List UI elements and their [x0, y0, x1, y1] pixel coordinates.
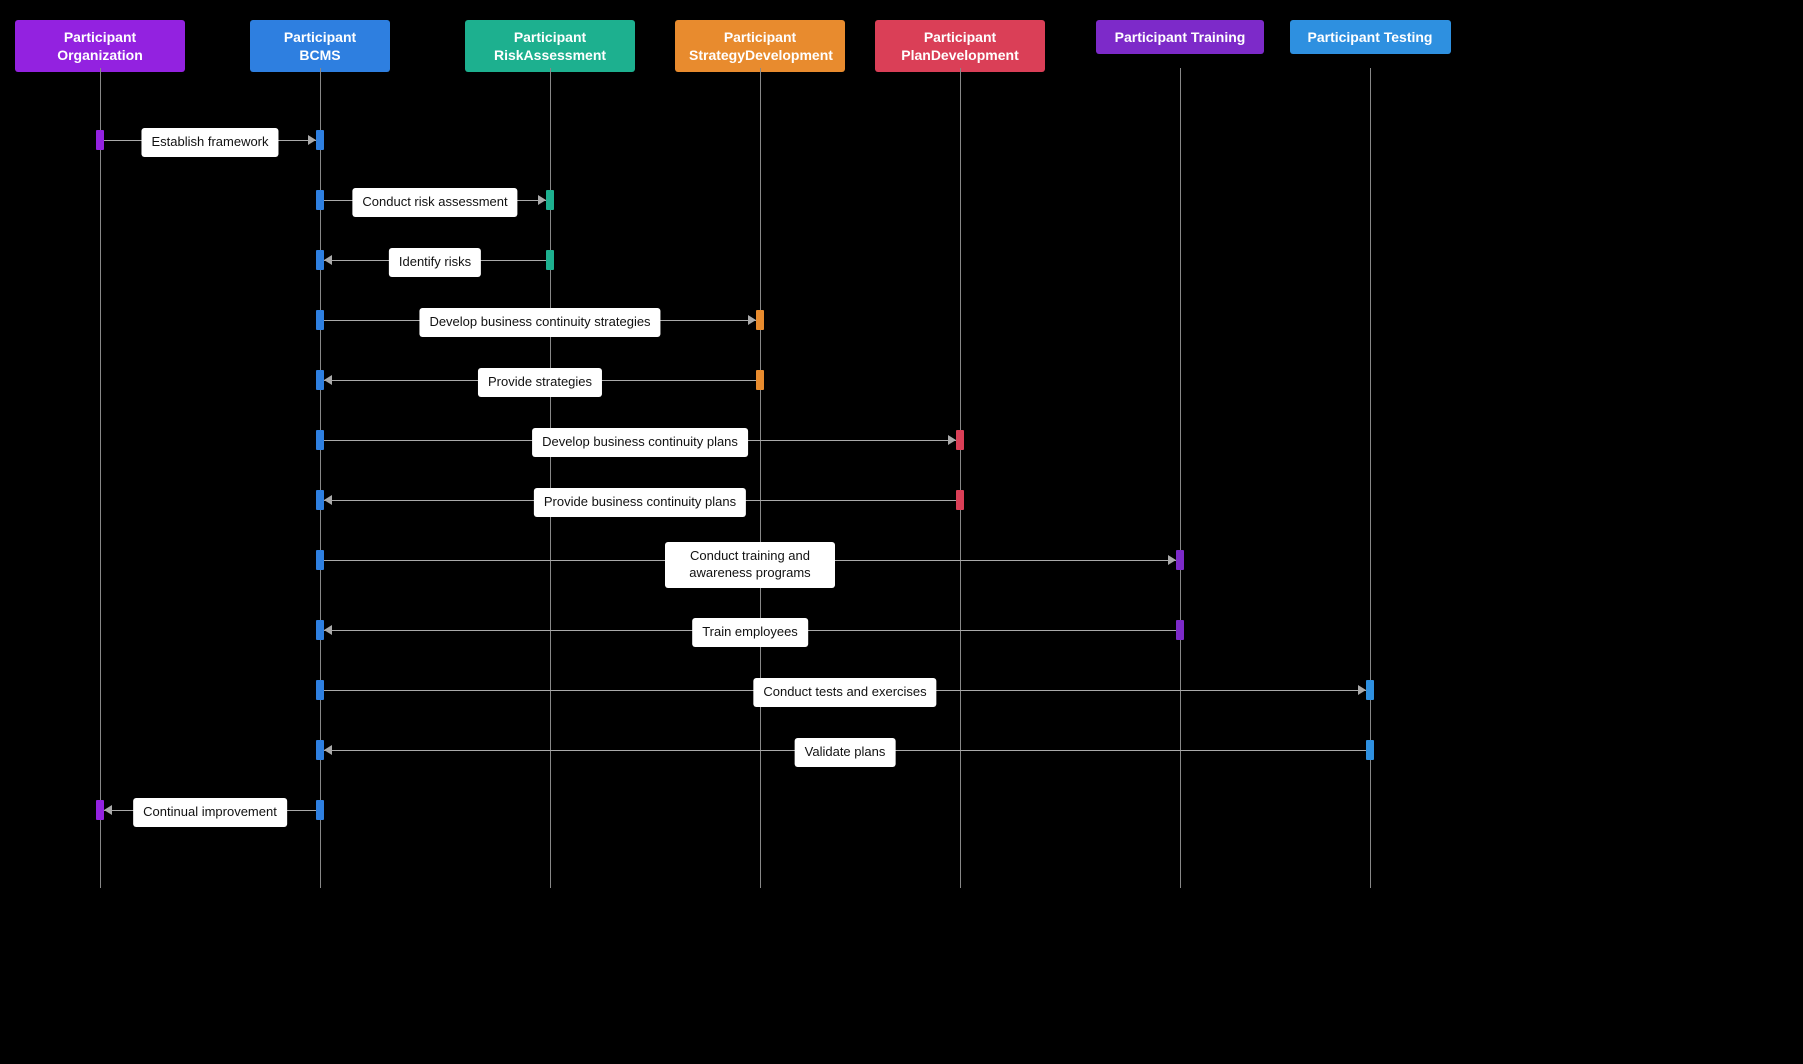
- activation-bcms-1: [316, 190, 324, 210]
- arrowhead-2: [324, 255, 332, 265]
- lifeline-organization: [100, 68, 101, 888]
- message-label-3: Develop business continuity strategies: [419, 308, 660, 337]
- lifeline-plan: [960, 68, 961, 888]
- activation-bcms-9: [316, 680, 324, 700]
- lifeline-testing: [1370, 68, 1371, 888]
- activation-bcms-2: [316, 250, 324, 270]
- arrowhead-4: [324, 375, 332, 385]
- arrowhead-5: [948, 435, 956, 445]
- message-label-8: Train employees: [692, 618, 808, 647]
- arrowhead-10: [324, 745, 332, 755]
- participant-strategy: ParticipantStrategyDevelopment: [675, 20, 845, 72]
- activation-organization-0: [96, 130, 104, 150]
- activation-bcms-7: [316, 550, 324, 570]
- arrowhead-3: [748, 315, 756, 325]
- message-label-2: Identify risks: [389, 248, 481, 277]
- arrowhead-1: [538, 195, 546, 205]
- activation-bcms-0: [316, 130, 324, 150]
- participant-risk: ParticipantRiskAssessment: [465, 20, 635, 72]
- activation-training-8: [1176, 620, 1184, 640]
- message-label-6: Provide business continuity plans: [534, 488, 746, 517]
- participant-testing: Participant Testing: [1290, 20, 1451, 54]
- activation-bcms-6: [316, 490, 324, 510]
- arrowhead-6: [324, 495, 332, 505]
- activation-testing-9: [1366, 680, 1374, 700]
- message-label-4: Provide strategies: [478, 368, 602, 397]
- message-label-9: Conduct tests and exercises: [753, 678, 936, 707]
- activation-plan-6: [956, 490, 964, 510]
- activation-plan-5: [956, 430, 964, 450]
- participant-training: Participant Training: [1096, 20, 1264, 54]
- message-label-11: Continual improvement: [133, 798, 287, 827]
- activation-risk-2: [546, 250, 554, 270]
- activation-training-7: [1176, 550, 1184, 570]
- arrowhead-11: [104, 805, 112, 815]
- arrowhead-9: [1358, 685, 1366, 695]
- participant-plan: ParticipantPlanDevelopment: [875, 20, 1045, 72]
- activation-bcms-8: [316, 620, 324, 640]
- message-label-10: Validate plans: [795, 738, 896, 767]
- arrowhead-7: [1168, 555, 1176, 565]
- message-label-0: Establish framework: [141, 128, 278, 157]
- activation-bcms-4: [316, 370, 324, 390]
- activation-testing-10: [1366, 740, 1374, 760]
- activation-bcms-11: [316, 800, 324, 820]
- arrowhead-0: [308, 135, 316, 145]
- lifeline-strategy: [760, 68, 761, 888]
- message-label-1: Conduct risk assessment: [352, 188, 517, 217]
- activation-strategy-4: [756, 370, 764, 390]
- message-label-5: Develop business continuity plans: [532, 428, 748, 457]
- message-label-7: Conduct training andawareness programs: [665, 542, 835, 588]
- activation-strategy-3: [756, 310, 764, 330]
- lifeline-training: [1180, 68, 1181, 888]
- activation-bcms-3: [316, 310, 324, 330]
- activation-risk-1: [546, 190, 554, 210]
- arrowhead-8: [324, 625, 332, 635]
- activation-bcms-10: [316, 740, 324, 760]
- participant-bcms: Participant BCMS: [250, 20, 390, 72]
- activation-bcms-5: [316, 430, 324, 450]
- sequence-diagram: ParticipantOrganizationParticipant BCMSP…: [20, 20, 1460, 900]
- participant-organization: ParticipantOrganization: [15, 20, 185, 72]
- activation-organization-11: [96, 800, 104, 820]
